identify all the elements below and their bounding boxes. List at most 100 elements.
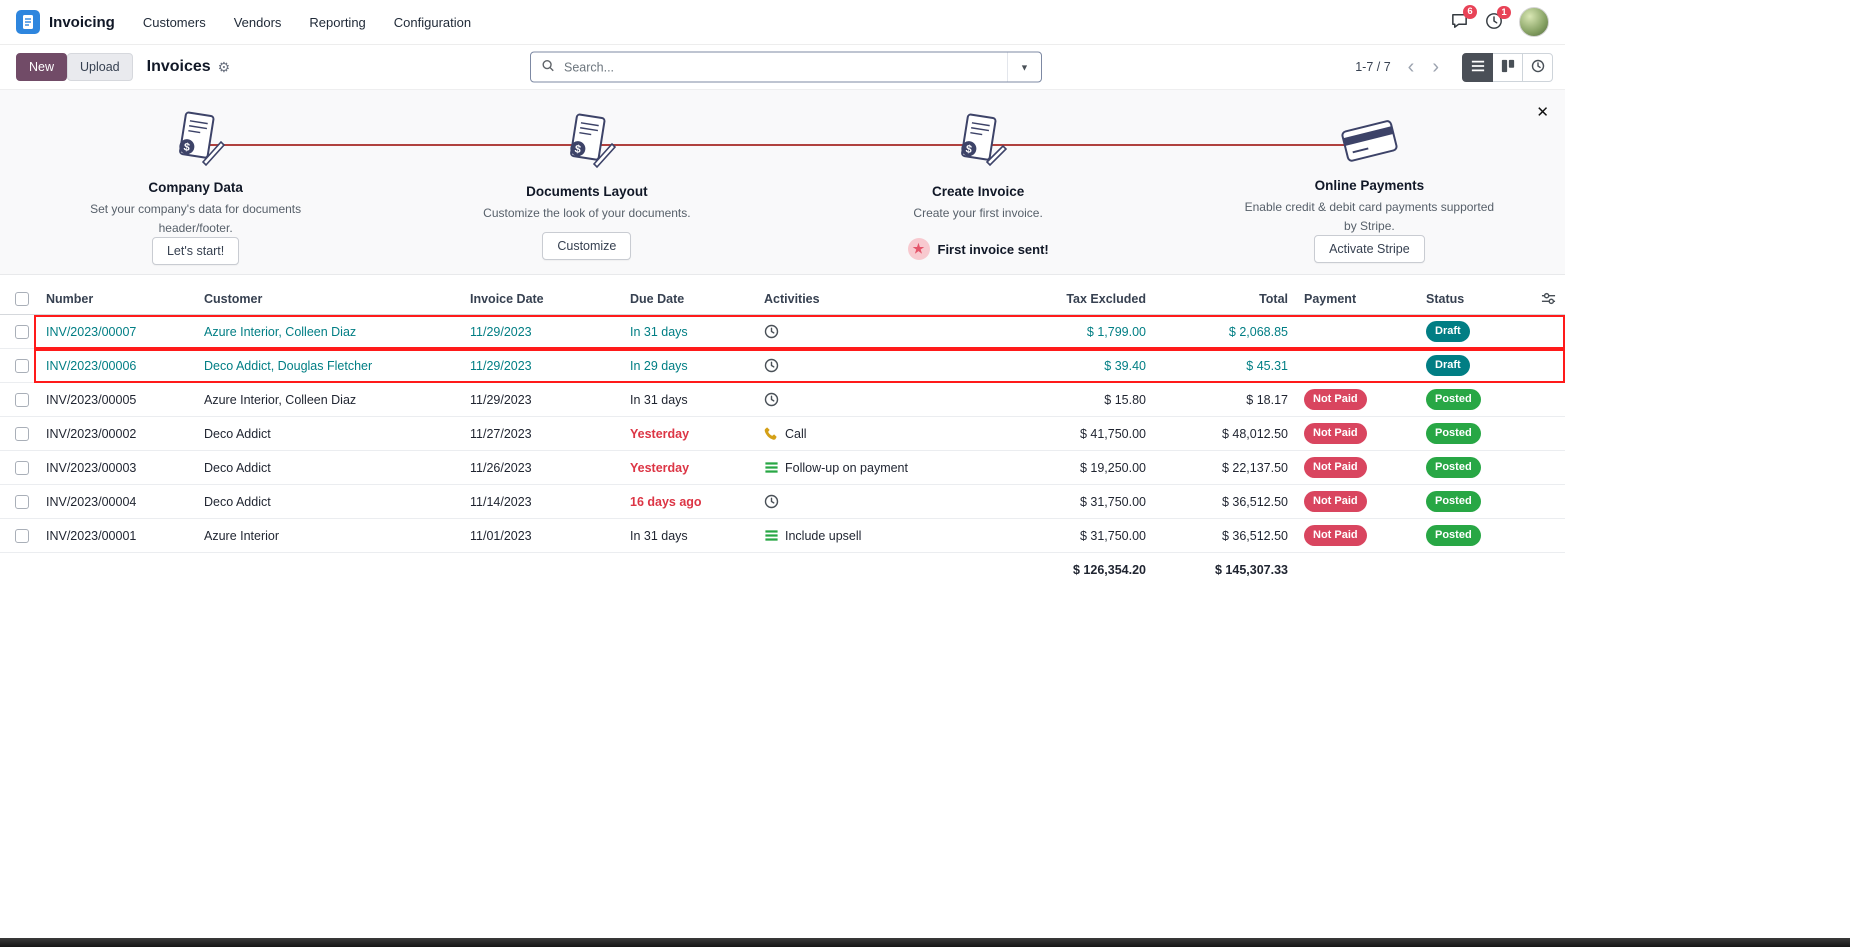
customer-cell[interactable]: Deco Addict xyxy=(196,485,462,519)
tax-excluded-cell[interactable]: $ 31,750.00 xyxy=(996,485,1154,519)
customer-cell[interactable]: Azure Interior, Colleen Diaz xyxy=(196,315,462,349)
clock-activity-icon[interactable] xyxy=(764,392,779,407)
search-dropdown-toggle[interactable]: ▼ xyxy=(1007,53,1041,82)
messages-button[interactable]: 6 xyxy=(1450,11,1469,33)
row-checkbox[interactable] xyxy=(15,359,29,373)
column-header-status[interactable]: Status xyxy=(1418,283,1533,315)
tax-excluded-cell[interactable]: $ 41,750.00 xyxy=(996,417,1154,451)
column-header-total[interactable]: Total xyxy=(1154,283,1296,315)
invoice-row[interactable]: INV/2023/00007 Azure Interior, Colleen D… xyxy=(0,315,1565,349)
column-header-tax-excluded[interactable]: Tax Excluded xyxy=(996,283,1154,315)
clock-activity-icon[interactable] xyxy=(764,324,779,339)
tax-excluded-cell[interactable]: $ 19,250.00 xyxy=(996,451,1154,485)
list-activity-icon[interactable] xyxy=(764,460,779,475)
row-checkbox[interactable] xyxy=(15,529,29,543)
pager-next-button[interactable]: › xyxy=(1425,57,1446,77)
row-checkbox[interactable] xyxy=(15,393,29,407)
total-cell[interactable]: $ 22,137.50 xyxy=(1154,451,1296,485)
invoice-date-cell[interactable]: 11/29/2023 xyxy=(462,383,622,417)
column-options-icon[interactable] xyxy=(1541,291,1556,306)
customer-cell[interactable]: Deco Addict xyxy=(196,417,462,451)
invoice-row[interactable]: INV/2023/00006 Deco Addict, Douglas Flet… xyxy=(0,349,1565,383)
column-header-activities[interactable]: Activities xyxy=(756,283,996,315)
row-checkbox[interactable] xyxy=(15,427,29,441)
invoice-number-cell[interactable]: INV/2023/00005 xyxy=(38,383,196,417)
kanban-view-button[interactable] xyxy=(1492,53,1523,82)
onboarding-close-button[interactable]: ✕ xyxy=(1530,102,1555,122)
invoice-row[interactable]: INV/2023/00001 Azure Interior 11/01/2023… xyxy=(0,519,1565,553)
invoice-date-cell[interactable]: 11/27/2023 xyxy=(462,417,622,451)
due-date-cell[interactable]: In 29 days xyxy=(622,349,756,383)
tax-excluded-cell[interactable]: $ 15.80 xyxy=(996,383,1154,417)
customer-cell[interactable]: Azure Interior xyxy=(196,519,462,553)
column-header-number[interactable]: Number xyxy=(38,283,196,315)
due-date-cell[interactable]: In 31 days xyxy=(622,315,756,349)
due-date-cell[interactable]: Yesterday xyxy=(622,451,756,485)
menu-reporting[interactable]: Reporting xyxy=(309,15,365,30)
action-menu-gear-icon[interactable]: ⚙ xyxy=(218,59,231,76)
invoice-number-cell[interactable]: INV/2023/00003 xyxy=(38,451,196,485)
invoice-number-cell[interactable]: INV/2023/00007 xyxy=(38,315,196,349)
activities-button[interactable]: 1 xyxy=(1485,12,1503,33)
customer-cell[interactable]: Deco Addict, Douglas Fletcher xyxy=(196,349,462,383)
invoice-date-cell[interactable]: 11/01/2023 xyxy=(462,519,622,553)
clock-activity-icon[interactable] xyxy=(764,494,779,509)
due-date-cell[interactable]: 16 days ago xyxy=(622,485,756,519)
activate-stripe-button[interactable]: Activate Stripe xyxy=(1314,235,1425,263)
customize-button[interactable]: Customize xyxy=(542,232,631,260)
select-all-checkbox[interactable] xyxy=(15,292,29,306)
pager-previous-button[interactable]: ‹ xyxy=(1401,57,1422,77)
due-date-cell[interactable]: In 31 days xyxy=(622,383,756,417)
invoice-row[interactable]: INV/2023/00002 Deco Addict 11/27/2023 Ye… xyxy=(0,417,1565,451)
tax-excluded-cell[interactable]: $ 31,750.00 xyxy=(996,519,1154,553)
total-cell[interactable]: $ 18.17 xyxy=(1154,383,1296,417)
list-activity-icon[interactable] xyxy=(764,528,779,543)
invoice-row[interactable]: INV/2023/00005 Azure Interior, Colleen D… xyxy=(0,383,1565,417)
menu-vendors[interactable]: Vendors xyxy=(234,15,282,30)
activity-cell[interactable]: Follow-up on payment xyxy=(756,451,996,485)
activity-cell[interactable] xyxy=(756,383,996,417)
invoice-number-cell[interactable]: INV/2023/00001 xyxy=(38,519,196,553)
row-checkbox[interactable] xyxy=(15,495,29,509)
invoice-number-cell[interactable]: INV/2023/00002 xyxy=(38,417,196,451)
invoice-date-cell[interactable]: 11/29/2023 xyxy=(462,315,622,349)
search-bar[interactable]: ▼ xyxy=(530,52,1042,83)
activity-view-button[interactable] xyxy=(1522,53,1553,82)
list-view-button[interactable] xyxy=(1462,53,1493,82)
due-date-cell[interactable]: In 31 days xyxy=(622,519,756,553)
column-header-customer[interactable]: Customer xyxy=(196,283,462,315)
avatar[interactable] xyxy=(1519,7,1549,37)
activity-cell[interactable] xyxy=(756,349,996,383)
column-header-invoice-date[interactable]: Invoice Date xyxy=(462,283,622,315)
invoice-row[interactable]: INV/2023/00003 Deco Addict 11/26/2023 Ye… xyxy=(0,451,1565,485)
total-cell[interactable]: $ 36,512.50 xyxy=(1154,485,1296,519)
customer-cell[interactable]: Deco Addict xyxy=(196,451,462,485)
new-button[interactable]: New xyxy=(16,53,67,81)
invoice-number-cell[interactable]: INV/2023/00006 xyxy=(38,349,196,383)
upload-button[interactable]: Upload xyxy=(67,53,133,81)
due-date-cell[interactable]: Yesterday xyxy=(622,417,756,451)
app-name[interactable]: Invoicing xyxy=(49,14,115,31)
clock-activity-icon[interactable] xyxy=(764,358,779,373)
invoice-date-cell[interactable]: 11/26/2023 xyxy=(462,451,622,485)
invoice-date-cell[interactable]: 11/14/2023 xyxy=(462,485,622,519)
menu-configuration[interactable]: Configuration xyxy=(394,15,471,30)
total-cell[interactable]: $ 2,068.85 xyxy=(1154,315,1296,349)
invoice-date-cell[interactable]: 11/29/2023 xyxy=(462,349,622,383)
activity-cell[interactable] xyxy=(756,485,996,519)
column-header-due-date[interactable]: Due Date xyxy=(622,283,756,315)
total-cell[interactable]: $ 45.31 xyxy=(1154,349,1296,383)
invoice-row[interactable]: INV/2023/00004 Deco Addict 11/14/2023 16… xyxy=(0,485,1565,519)
invoicing-app-icon[interactable] xyxy=(16,10,40,34)
total-cell[interactable]: $ 36,512.50 xyxy=(1154,519,1296,553)
tax-excluded-cell[interactable]: $ 39.40 xyxy=(996,349,1154,383)
activity-cell[interactable]: Call xyxy=(756,417,996,451)
search-input[interactable] xyxy=(562,59,1007,75)
activity-cell[interactable]: Include upsell xyxy=(756,519,996,553)
row-checkbox[interactable] xyxy=(15,325,29,339)
menu-customers[interactable]: Customers xyxy=(143,15,206,30)
lets-start-button[interactable]: Let's start! xyxy=(152,237,239,265)
customer-cell[interactable]: Azure Interior, Colleen Diaz xyxy=(196,383,462,417)
row-checkbox[interactable] xyxy=(15,461,29,475)
column-header-payment[interactable]: Payment xyxy=(1296,283,1418,315)
